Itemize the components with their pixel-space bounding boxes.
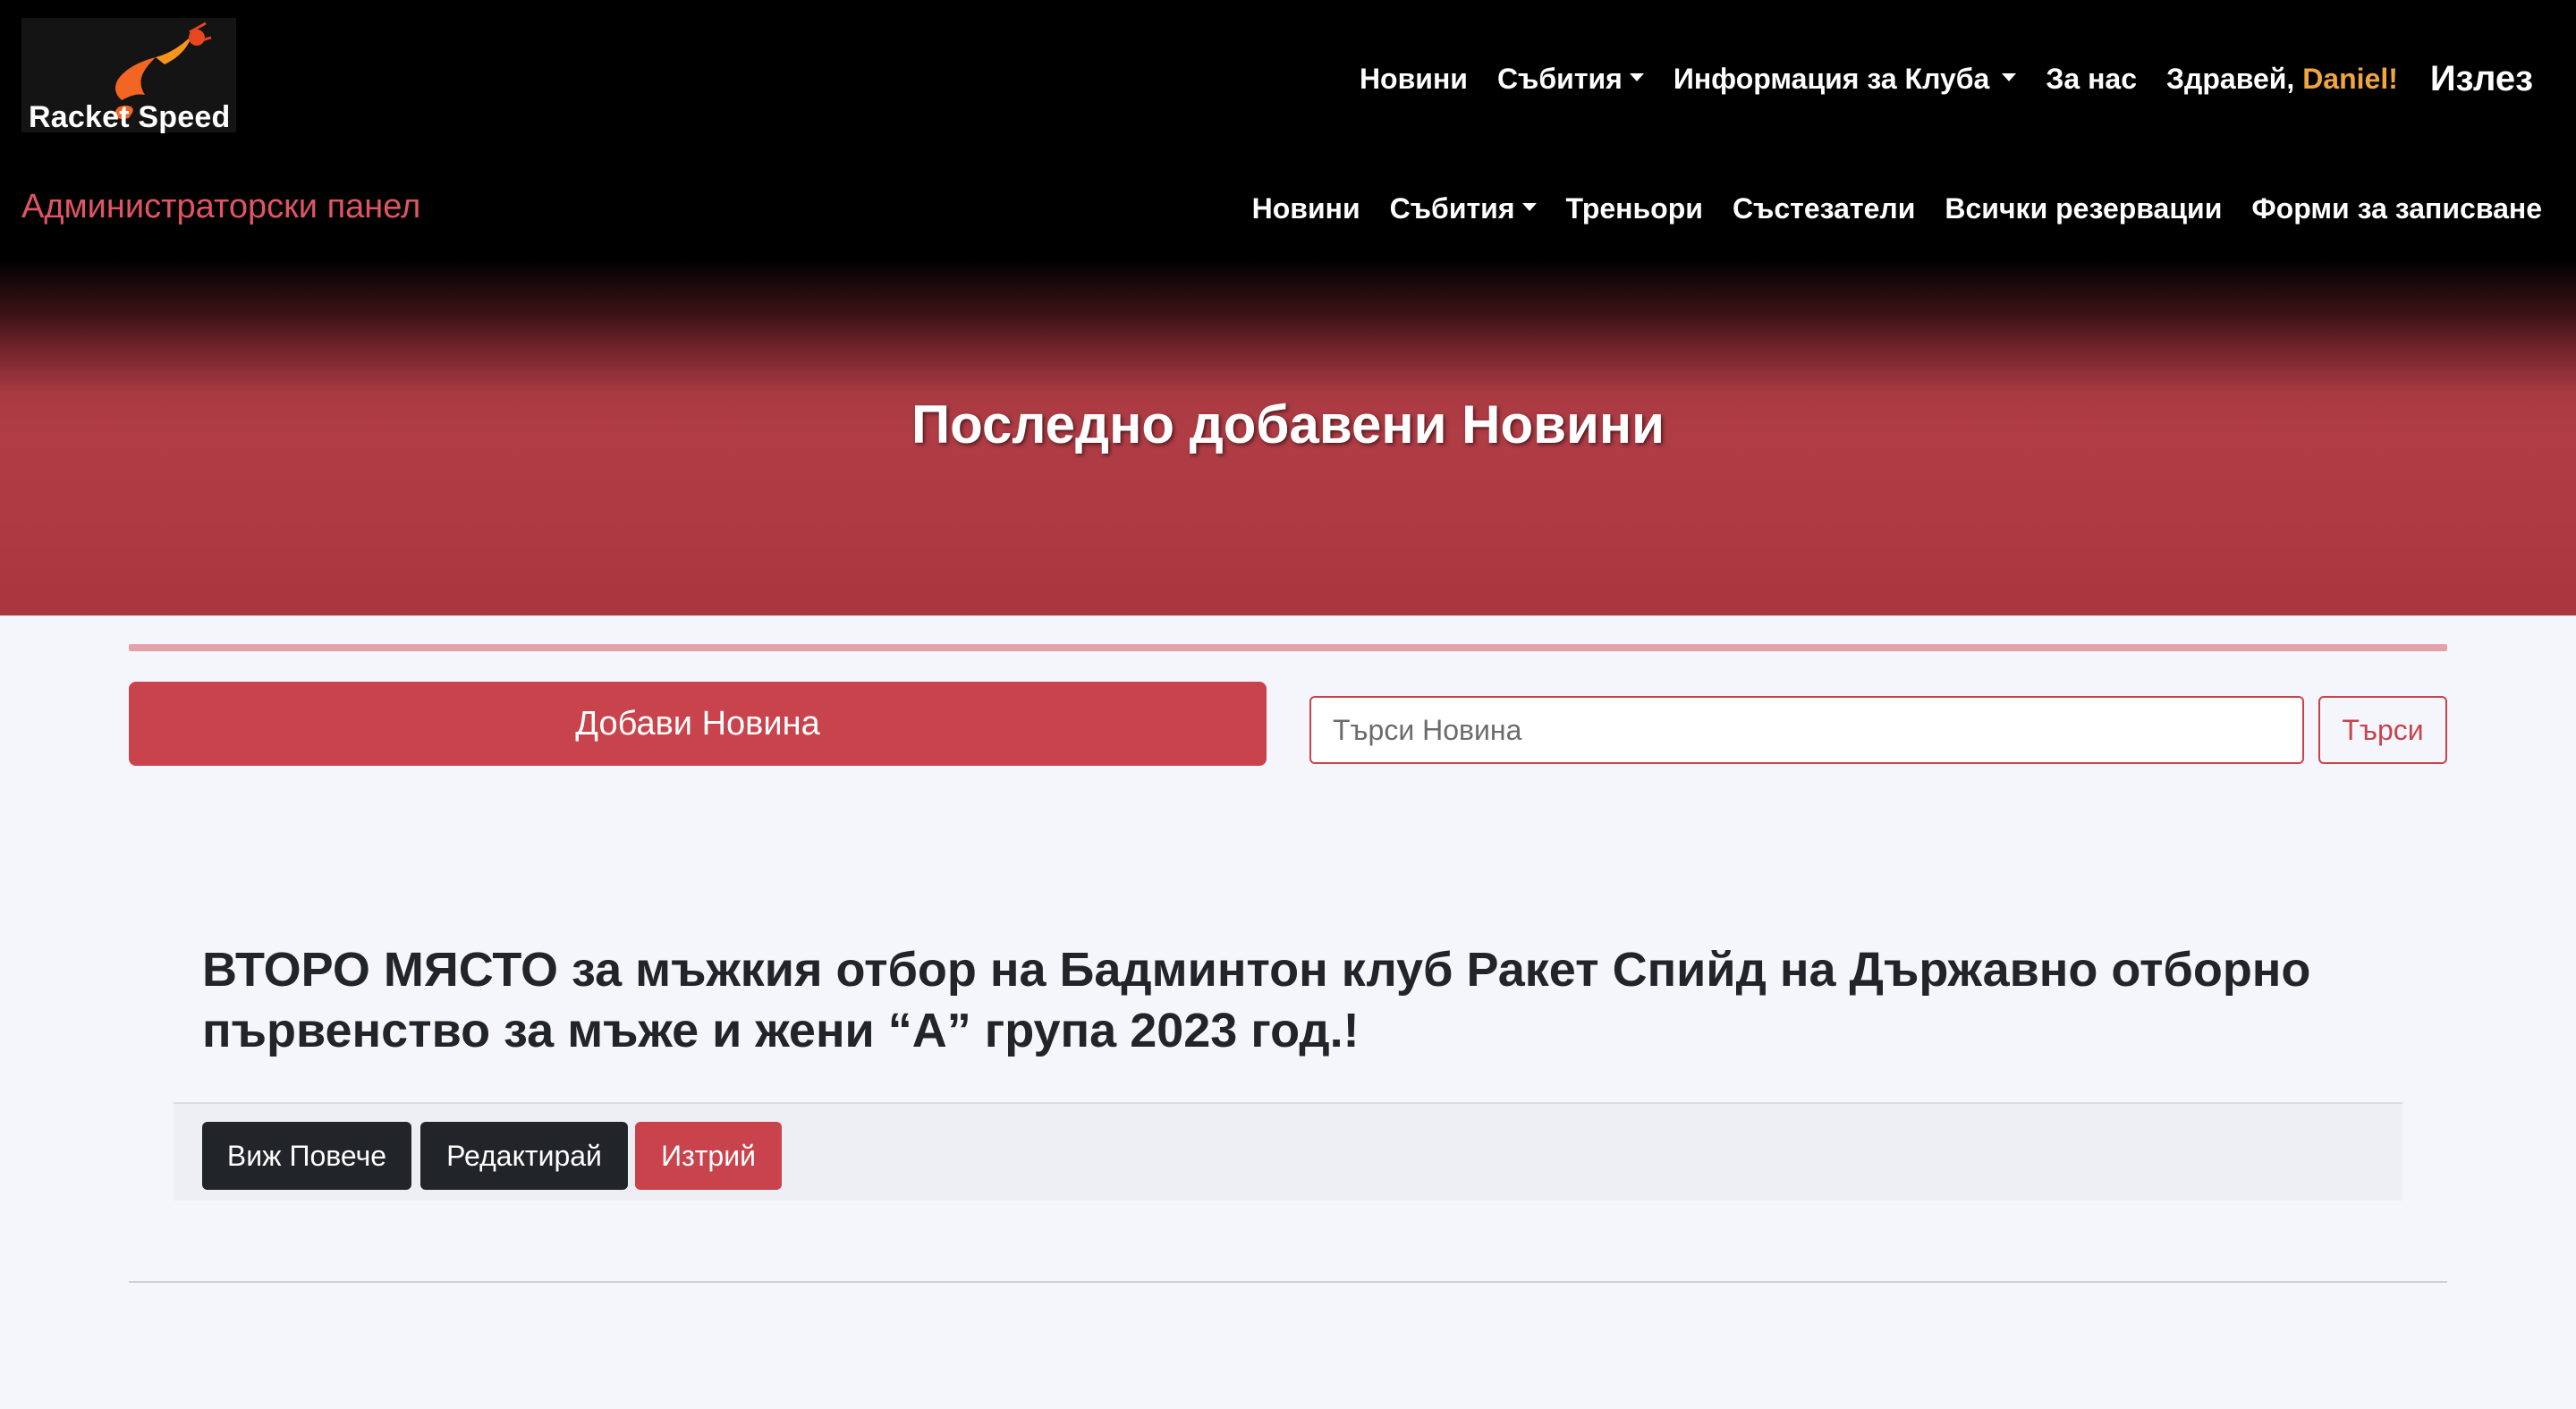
- admin-panel-title[interactable]: Администраторски панел: [21, 188, 420, 226]
- news-item-title: ВТОРО МЯСТО за мъжкия отбор на Бадминтон…: [202, 943, 2311, 1057]
- admin-nav-coaches[interactable]: Треньори: [1566, 192, 1703, 225]
- news-card-actions: Виж Повече Редактирай Изтрий: [174, 1102, 2402, 1201]
- search-button[interactable]: Търси: [2318, 696, 2447, 764]
- edit-button[interactable]: Редактирай: [420, 1122, 628, 1190]
- nav-club-info-dropdown[interactable]: Информация за Клуба: [1674, 63, 2017, 96]
- logo-text: Racket Speed: [29, 100, 231, 134]
- nav-news[interactable]: Новини: [1360, 63, 1468, 96]
- add-news-button[interactable]: Добави Новина: [129, 682, 1267, 766]
- divider: [129, 1281, 2447, 1283]
- admin-nav-news[interactable]: Новини: [1252, 192, 1360, 225]
- user-greeting: Здравей, Daniel!: [2165, 62, 2398, 95]
- delete-button[interactable]: Изтрий: [635, 1122, 782, 1190]
- chevron-down-icon: [1629, 72, 1644, 81]
- admin-nav-signup-forms[interactable]: Форми за записване: [2251, 192, 2542, 225]
- logout-link[interactable]: Излез: [2430, 59, 2533, 99]
- main-nav: Новини Събития Информация за Клуба За на…: [1330, 57, 2533, 100]
- admin-nav-reservations[interactable]: Всички резервации: [1945, 192, 2222, 225]
- hero-banner: Racket Speed Новини Събития Информация з…: [0, 0, 2576, 615]
- admin-nav-competitors[interactable]: Състезатели: [1733, 192, 1915, 225]
- view-more-button[interactable]: Виж Повече: [202, 1122, 411, 1190]
- search-news-input[interactable]: [1309, 696, 2304, 764]
- page-title: Последно добавени Новини: [911, 395, 1665, 454]
- admin-nav-events-dropdown[interactable]: Събития: [1390, 192, 1537, 225]
- chevron-down-icon: [2002, 72, 2017, 81]
- user-name: Daniel!: [2302, 62, 2398, 95]
- chevron-down-icon: [1521, 202, 1537, 211]
- admin-nav: Новини Събития Треньори Състезатели Всич…: [1223, 186, 2542, 231]
- divider: [129, 644, 2447, 651]
- nav-events-dropdown[interactable]: Събития: [1497, 63, 1644, 96]
- racketspeed-logo[interactable]: Racket Speed: [21, 18, 236, 134]
- nav-about[interactable]: За нас: [2046, 63, 2137, 96]
